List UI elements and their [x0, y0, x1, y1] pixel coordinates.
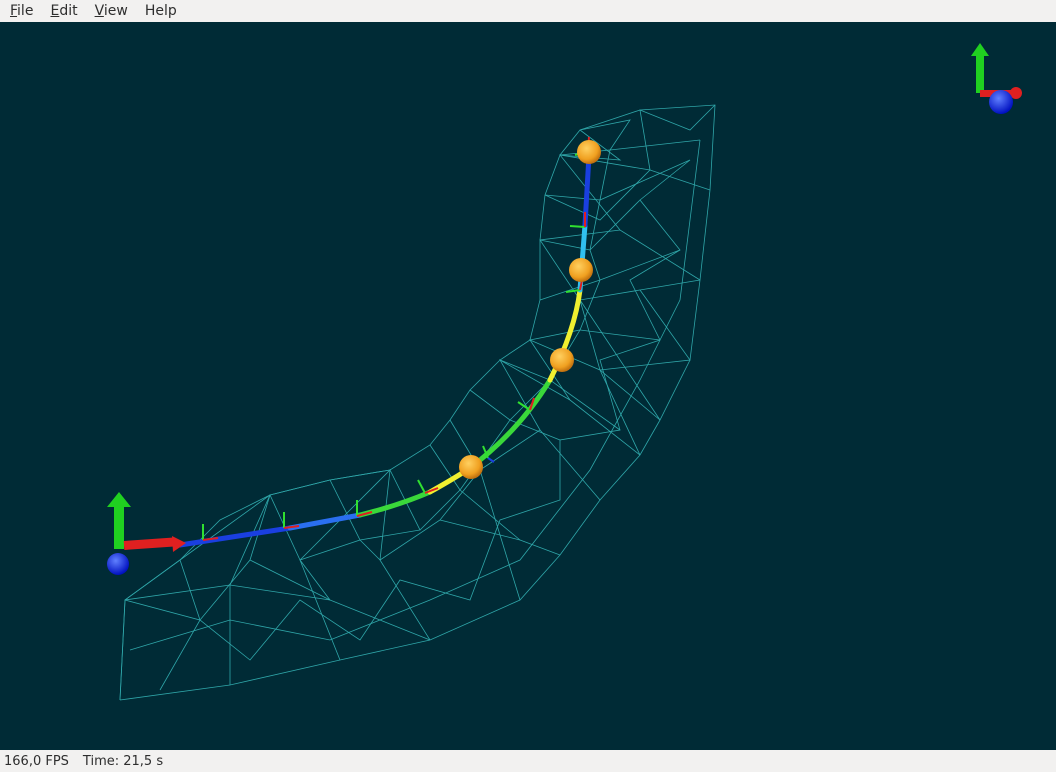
menu-edit[interactable]: Edit	[40, 0, 84, 22]
menu-file-label: ile	[17, 3, 34, 19]
control-sphere[interactable]	[569, 258, 593, 282]
frame-markers	[202, 136, 590, 541]
menu-view[interactable]: View	[85, 0, 135, 22]
menu-help-label: Help	[144, 3, 177, 19]
menu-view-label: iew	[103, 3, 128, 19]
menu-bar: File Edit View Help	[0, 0, 1056, 22]
orientation-gizmo	[971, 43, 1022, 114]
rod-segment-green-2	[467, 377, 553, 471]
scene-canvas	[107, 43, 1022, 701]
control-sphere[interactable]	[550, 348, 574, 372]
menu-edit-mnemonic: E	[50, 3, 60, 19]
menu-file[interactable]: File	[0, 0, 40, 22]
origin-axes-gizmo	[107, 492, 186, 575]
3d-viewport[interactable]	[0, 22, 1056, 750]
control-sphere[interactable]	[459, 455, 483, 479]
menu-file-mnemonic: F	[10, 3, 18, 19]
rod-centerline	[177, 152, 592, 548]
control-sphere[interactable]	[577, 140, 601, 164]
menu-help[interactable]: Help	[135, 0, 184, 22]
rod-segment-blue-2	[287, 512, 363, 531]
status-bar: 166,0 FPS Time: 21,5 s	[0, 750, 1056, 772]
rod-segment-blue-1	[177, 525, 293, 548]
wireframe-mesh	[119, 104, 716, 701]
fps-readout: 166,0 FPS	[4, 753, 69, 769]
sim-time-readout: Time: 21,5 s	[82, 753, 164, 769]
menu-edit-label: dit	[59, 3, 78, 19]
menu-view-mnemonic: V	[94, 3, 104, 19]
